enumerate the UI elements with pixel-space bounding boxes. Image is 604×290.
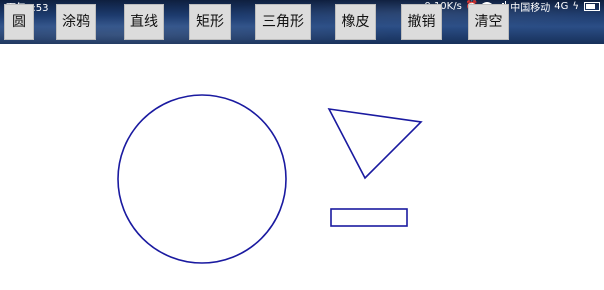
drawing-canvas[interactable] [0, 44, 604, 290]
circle-button[interactable]: 圆 [4, 4, 34, 40]
top-bar: 下午1:53 0.10K/s ⏰ 中国移动 4G ϟ 圆 涂鸦 直线 矩形 三角… [0, 0, 604, 44]
drawn-rectangle [330, 208, 408, 227]
rectangle-button[interactable]: 矩形 [189, 4, 231, 40]
clear-button[interactable]: 清空 [468, 4, 509, 40]
charging-icon: ϟ [572, 0, 579, 12]
network-type: 4G [554, 1, 569, 12]
carrier-name: 中国移动 [510, 3, 551, 14]
eraser-button[interactable]: 橡皮 [335, 4, 376, 40]
doodle-button[interactable]: 涂鸦 [56, 4, 96, 40]
triangle-button[interactable]: 三角形 [255, 4, 311, 40]
drawn-triangle [327, 107, 423, 180]
line-button[interactable]: 直线 [124, 4, 164, 40]
status-icons: 0.10K/s ⏰ 中国移动 4G ϟ [424, 0, 600, 14]
undo-button[interactable]: 撤销 [401, 4, 442, 40]
drawn-circle [117, 94, 287, 264]
battery-icon [584, 2, 600, 11]
